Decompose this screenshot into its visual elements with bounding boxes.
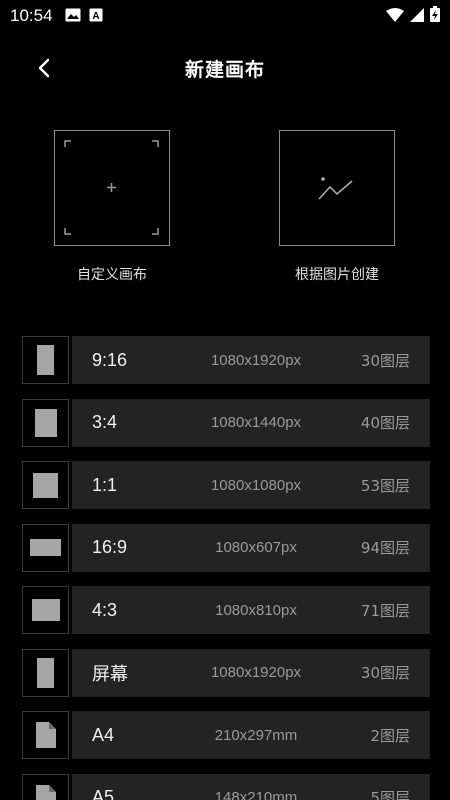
preset-ratio: 屏幕 <box>92 663 128 684</box>
preset-size: 148x210mm <box>214 789 298 800</box>
preset-layers: 2图层 <box>370 726 410 745</box>
preset-row[interactable]: A4 210x297mm 2图层 <box>22 711 430 759</box>
back-button[interactable] <box>30 54 58 82</box>
header: 新建画布 <box>0 44 450 92</box>
preset-thumbnail <box>22 336 69 384</box>
preset-row[interactable]: 屏幕 1080x1920px 30图层 <box>22 648 430 697</box>
custom-canvas-option[interactable]: 自定义画布 <box>37 130 187 284</box>
custom-canvas-label: 自定义画布 <box>77 267 147 283</box>
a-notification-icon: A <box>89 7 103 26</box>
preset-ratio: 4:3 <box>92 599 118 620</box>
preset-thumbnail <box>22 523 69 572</box>
preset-size: 1080x1080px <box>210 476 302 494</box>
preset-layers: 53图层 <box>360 476 410 495</box>
preset-thumbnail <box>22 461 69 509</box>
preset-row[interactable]: 16:9 1080x607px 94图层 <box>22 523 430 572</box>
custom-canvas-icon <box>54 130 170 246</box>
wifi-icon <box>386 7 404 26</box>
status-bar: 10:54 A <box>0 0 450 32</box>
preset-row[interactable]: 9:16 1080x1920px 30图层 <box>22 336 430 384</box>
preset-layers: 94图层 <box>360 539 410 557</box>
preset-size: 1080x1920px <box>210 664 302 681</box>
battery-charging-icon <box>430 6 440 26</box>
preset-ratio: A4 <box>92 724 115 745</box>
preset-size: 1080x607px <box>215 539 297 556</box>
preset-size: 1080x810px <box>215 601 297 619</box>
image-icon <box>65 7 81 26</box>
preset-ratio: 1:1 <box>92 474 118 495</box>
page-title: 新建画布 <box>184 58 265 81</box>
preset-ratio: 16:9 <box>92 537 128 557</box>
preset-row[interactable]: A5 148x210mm 5图层 <box>22 773 430 800</box>
preset-thumbnail <box>22 586 69 634</box>
image-chart-icon <box>279 130 395 246</box>
preset-layers: 30图层 <box>360 351 410 370</box>
preset-row[interactable]: 3:4 1080x1440px 40图层 <box>22 398 430 447</box>
status-time: 10:54 <box>10 6 53 25</box>
preset-ratio: A5 <box>92 787 115 800</box>
preset-ratio: 3:4 <box>92 412 118 432</box>
preset-thumbnail <box>22 648 69 697</box>
signal-icon <box>410 7 424 26</box>
preset-thumbnail <box>22 711 69 759</box>
preset-layers: 71图层 <box>360 601 410 620</box>
preset-layers: 5图层 <box>370 789 410 800</box>
preset-size: 1080x1920px <box>210 351 302 369</box>
preset-size: 210x297mm <box>214 726 298 744</box>
preset-list: 9:16 1080x1920px 30图层 3:4 1080x1440px 40… <box>22 336 430 800</box>
create-from-image-label: 根据图片创建 <box>295 267 379 283</box>
create-from-image-option[interactable]: 根据图片创建 <box>262 130 412 284</box>
preset-thumbnail <box>22 398 69 447</box>
preset-layers: 30图层 <box>360 664 410 682</box>
svg-text:A: A <box>92 11 99 22</box>
preset-ratio: 9:16 <box>92 349 128 370</box>
preset-size: 1080x1440px <box>210 414 302 431</box>
preset-layers: 40图层 <box>360 414 410 432</box>
preset-row[interactable]: 4:3 1080x810px 71图层 <box>22 586 430 634</box>
preset-thumbnail <box>22 773 69 800</box>
preset-row[interactable]: 1:1 1080x1080px 53图层 <box>22 461 430 509</box>
chevron-left-icon <box>38 58 50 78</box>
